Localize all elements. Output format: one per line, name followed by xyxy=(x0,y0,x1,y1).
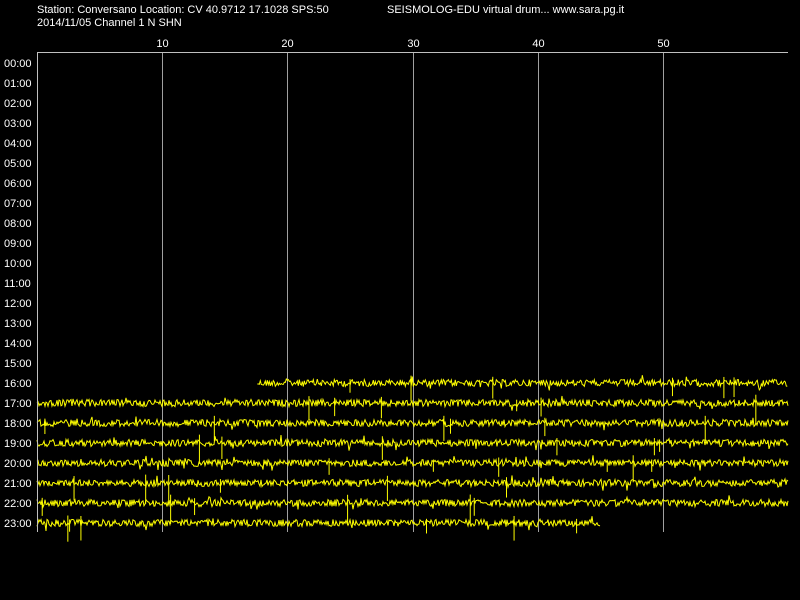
hour-label: 05:00 xyxy=(4,158,32,170)
hour-label: 01:00 xyxy=(4,78,32,90)
hour-label: 11:00 xyxy=(4,278,31,290)
hour-label: 14:00 xyxy=(4,338,32,350)
seismic-traces xyxy=(36,375,789,542)
hour-label: 16:00 xyxy=(4,378,32,390)
frame-line xyxy=(37,52,788,532)
hour-label: 18:00 xyxy=(4,418,32,430)
hour-labels: 00:00 01:00 02:00 03:00 04:00 05:00 06:00 07:00… xyxy=(4,58,32,530)
hour-label: 03:00 xyxy=(4,118,32,130)
hour-label: 19:00 xyxy=(4,438,32,450)
hour-label: 09:00 xyxy=(4,238,32,250)
trace-2200 xyxy=(36,495,789,510)
hour-label: 17:00 xyxy=(4,398,32,410)
hour-label: 06:00 xyxy=(4,178,32,190)
trace-1900 xyxy=(36,434,789,451)
plot-frame xyxy=(37,52,788,532)
hour-label: 08:00 xyxy=(4,218,32,230)
hour-label: 21:00 xyxy=(4,478,32,490)
x-tick-label: 30 xyxy=(407,38,419,50)
hour-label: 12:00 xyxy=(4,298,32,310)
hour-label: 02:00 xyxy=(4,98,32,110)
x-tick-label: 50 xyxy=(657,38,669,50)
x-tick-label: 20 xyxy=(281,38,293,50)
trace-2000 xyxy=(36,455,789,471)
trace-2100 xyxy=(36,475,789,491)
trace-1800 xyxy=(36,416,789,431)
hour-label: 07:00 xyxy=(4,198,32,210)
hour-label: 04:00 xyxy=(4,138,32,150)
hour-label: 00:00 xyxy=(4,58,32,70)
seismic-drum-chart: 10 20 30 40 50 00:00 01:00 02:00 03:00 04:00 05:0… xyxy=(4,38,789,542)
trace-1600 xyxy=(257,375,788,392)
trace-2300 xyxy=(36,516,601,531)
hour-label: 13:00 xyxy=(4,318,32,330)
hour-label: 15:00 xyxy=(4,358,32,370)
hour-label: 23:00 xyxy=(4,518,32,530)
trace-1700 xyxy=(36,395,789,411)
x-tick-label: 40 xyxy=(532,38,544,50)
hour-label: 20:00 xyxy=(4,458,32,470)
hour-label: 10:00 xyxy=(4,258,32,270)
hour-label: 22:00 xyxy=(4,498,32,510)
x-tick-labels: 10 20 30 40 50 xyxy=(156,38,669,50)
x-tick-label: 10 xyxy=(156,38,168,50)
